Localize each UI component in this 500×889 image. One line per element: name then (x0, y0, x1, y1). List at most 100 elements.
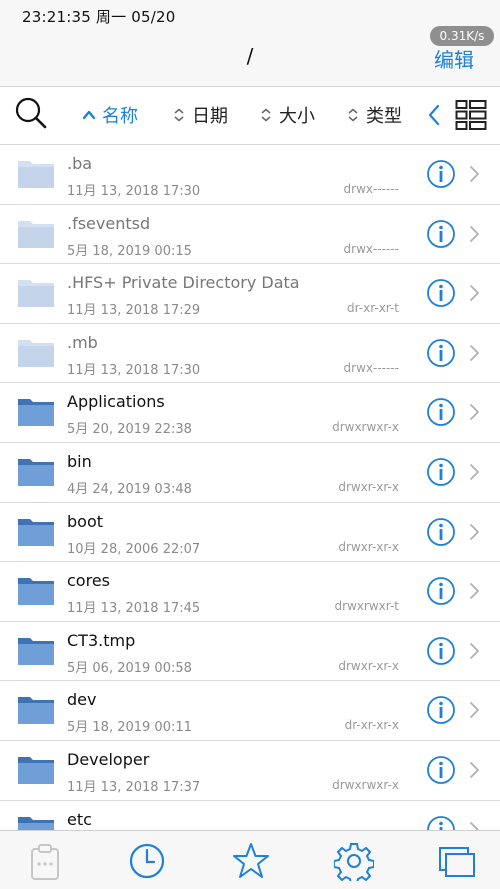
file-permissions: drwx------ (343, 182, 399, 196)
folder-icon (18, 220, 54, 248)
file-row[interactable]: Applications 5月 20, 2019 22:38 drwxrwxr-x (0, 383, 500, 443)
file-row[interactable]: .HFS+ Private Directory Data 11月 13, 2018… (0, 264, 500, 324)
folder-icon (18, 578, 54, 606)
sort-by-name-button[interactable]: 名称 (82, 103, 138, 127)
info-icon[interactable] (426, 576, 456, 606)
folder-icon (18, 399, 54, 427)
view-mode-icon[interactable] (455, 99, 487, 131)
chevron-right-icon[interactable] (468, 821, 480, 830)
sort-by-size-button[interactable]: 大小 (259, 103, 315, 127)
chevron-right-icon[interactable] (468, 642, 480, 660)
file-permissions: drwxrwxr-x (332, 777, 399, 792)
info-icon[interactable] (426, 457, 456, 487)
file-date: 11月 13, 2018 17:29 (67, 303, 201, 319)
file-row[interactable]: cores 11月 13, 2018 17:45 drwxrwxr-t (0, 562, 500, 622)
file-row[interactable]: etc11月 13, 2018 17:45lrwxr-xr-x (0, 800, 500, 830)
info-icon[interactable] (426, 695, 456, 725)
folder-icon (18, 339, 54, 367)
file-date: 11月 13, 2018 17:45 (67, 601, 201, 617)
file-row[interactable]: Developer 11月 13, 2018 17:37 drwxrwxr-x (0, 740, 500, 801)
clipboard-icon[interactable] (26, 841, 66, 881)
file-row[interactable]: dev 5月 18, 2019 00:11 dr-xr-xr-x (0, 681, 500, 741)
file-row[interactable]: CT3.tmp 5月 06, 2019 00:58 drwxr-xr-x (0, 621, 500, 682)
file-date: 5月 20, 2019 22:38 (67, 422, 192, 438)
file-name: .ba (67, 154, 93, 173)
file-permissions: dr-xr-xr-t (346, 301, 399, 316)
screen: 23:21:35 周一 05/20 0.31K/s / 编辑 名称 日期 大小 … (0, 0, 500, 889)
search-icon[interactable] (14, 96, 48, 130)
chevron-right-icon[interactable] (468, 523, 480, 541)
file-permissions: drwx------ (343, 360, 399, 375)
updown-chevron-icon (174, 108, 184, 122)
sort-bar: 名称 日期 大小 类型 (0, 87, 500, 145)
folder-icon (18, 697, 54, 725)
file-date: 10月 28, 2006 22:07 (67, 541, 201, 557)
info-icon[interactable] (426, 397, 456, 427)
sort-by-date-button[interactable]: 日期 (172, 103, 228, 127)
chevron-right-icon[interactable] (468, 344, 480, 362)
file-row[interactable]: boot 10月 28, 2006 22:07 drwxr-xr-x (0, 502, 500, 563)
folder-icon (18, 637, 54, 665)
file-row[interactable]: .ba 11月 13, 2018 17:30 drwx------ (0, 145, 500, 205)
info-icon[interactable] (426, 219, 456, 249)
sort-item-label: 类型 (366, 106, 402, 127)
file-name: Developer (67, 749, 150, 769)
info-icon[interactable] (426, 815, 456, 830)
file-row[interactable]: .mb 11月 13, 2018 17:30 drwx------ (0, 323, 500, 384)
file-permissions: drwxr-xr-x (338, 658, 399, 673)
file-name: dev (67, 690, 97, 710)
updown-chevron-icon (261, 108, 271, 122)
chevron-right-icon[interactable] (468, 463, 480, 481)
star-icon[interactable] (231, 841, 271, 881)
chevron-right-icon[interactable] (468, 403, 480, 421)
file-list: .ba 11月 13, 2018 17:30 drwx------ .fsevents… (0, 145, 500, 830)
file-name: cores (67, 571, 110, 591)
folder-icon (18, 458, 54, 486)
folder-icon (18, 756, 54, 784)
chevron-up-icon (82, 110, 96, 120)
file-name: .fseventsd (67, 213, 151, 233)
info-icon[interactable] (426, 278, 456, 308)
folder-icon (18, 518, 54, 546)
clock-icon[interactable] (127, 841, 167, 881)
info-icon[interactable] (426, 636, 456, 666)
file-row[interactable]: bin 4月 24, 2019 03:48 drwxr-xr-x (0, 442, 500, 503)
chevron-right-icon[interactable] (468, 761, 480, 779)
file-row[interactable]: .fseventsd 5月 18, 2019 00:15 drwx------ (0, 204, 500, 265)
info-icon[interactable] (426, 517, 456, 547)
chevron-right-icon[interactable] (468, 225, 480, 243)
navigation-bar: 23:21:35 周一 05/20 0.31K/s / 编辑 (0, 0, 500, 87)
gear-icon[interactable] (334, 841, 374, 881)
folder-icon (18, 280, 54, 308)
chevron-right-icon[interactable] (468, 582, 480, 600)
edit-button[interactable]: 编辑 (434, 44, 474, 73)
info-icon[interactable] (426, 159, 456, 189)
file-name: .mb (67, 332, 98, 352)
page-title: / (246, 44, 254, 68)
file-name: bin (67, 451, 92, 471)
chevron-right-icon[interactable] (468, 701, 480, 719)
sort-item-label: 大小 (279, 106, 315, 127)
chevron-left-icon[interactable] (426, 103, 442, 127)
chevron-right-icon[interactable] (468, 165, 480, 183)
file-name: .HFS+ Private Directory Data (67, 273, 300, 293)
info-icon[interactable] (426, 755, 456, 785)
file-date: 5月 18, 2019 00:15 (67, 243, 192, 259)
file-name: etc (67, 809, 92, 829)
info-icon[interactable] (426, 338, 456, 368)
file-permissions: drwxr-xr-x (338, 479, 399, 494)
file-name: CT3.tmp (67, 630, 136, 650)
file-permissions: dr-xr-xr-x (344, 718, 399, 733)
updown-chevron-icon (348, 108, 358, 122)
file-date: 11月 13, 2018 17:30 (67, 362, 201, 378)
chevron-right-icon[interactable] (468, 284, 480, 302)
file-date: 5月 18, 2019 00:11 (67, 720, 192, 736)
file-permissions: drwx------ (343, 241, 399, 256)
file-permissions: drwxrwxr-x (332, 420, 399, 435)
file-date: 5月 06, 2019 00:58 (67, 660, 192, 676)
file-date: 11月 13, 2018 17:37 (67, 779, 201, 795)
file-permissions: drwxr-xr-x (338, 539, 399, 554)
windows-icon[interactable] (437, 841, 477, 881)
status-time: 23:21:35 周一 05/20 (22, 8, 176, 26)
sort-by-type-button[interactable]: 类型 (346, 103, 402, 127)
